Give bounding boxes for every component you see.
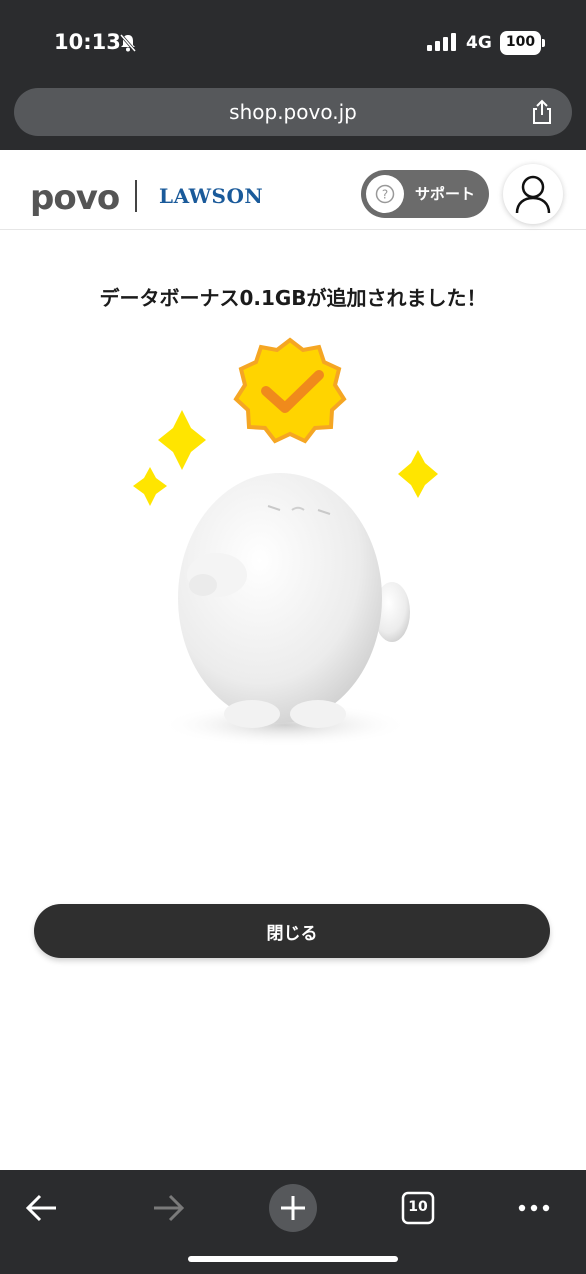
- url-text: shop.povo.jp: [229, 100, 357, 124]
- site-header: povo LAWSON ? サポート: [0, 150, 586, 230]
- svg-text:?: ?: [382, 188, 388, 202]
- close-button[interactable]: 閉じる: [34, 904, 550, 958]
- logo-divider: [135, 180, 137, 212]
- forward-arrow-icon[interactable]: [142, 1182, 194, 1234]
- more-icon[interactable]: [508, 1182, 560, 1234]
- support-label: サポート: [415, 185, 476, 203]
- network-type: 4G: [466, 33, 492, 53]
- check-badge-icon: [233, 337, 347, 444]
- povo-logo[interactable]: povo: [30, 178, 120, 218]
- bonus-message: データボーナス0.1GBが追加されました！: [99, 286, 487, 310]
- lawson-logo: LAWSON: [159, 184, 264, 208]
- user-icon: [515, 175, 551, 214]
- sparkle-icon: [158, 410, 206, 470]
- address-bar[interactable]: shop.povo.jp: [14, 88, 572, 136]
- help-icon: ?: [375, 184, 395, 204]
- home-indicator: [188, 1256, 398, 1262]
- back-arrow-icon[interactable]: [16, 1182, 68, 1234]
- browser-top-bar: 10:13 4G 100 shop.povo.jp: [0, 0, 586, 150]
- sparkle-icon: [133, 467, 167, 506]
- account-button[interactable]: [503, 164, 563, 224]
- battery-level: 100: [505, 34, 536, 50]
- tabs-button[interactable]: 10: [392, 1182, 444, 1234]
- battery-indicator: 100: [500, 31, 546, 55]
- signal-icon: [427, 33, 456, 51]
- new-tab-icon[interactable]: [267, 1182, 319, 1234]
- status-time: 10:13: [54, 30, 121, 54]
- sparkle-icon: [398, 450, 438, 498]
- tab-count: 10: [408, 1199, 428, 1215]
- bell-muted-icon: [119, 34, 137, 52]
- mascot-illustration: [133, 337, 438, 747]
- support-toggle[interactable]: ? サポート: [361, 170, 489, 218]
- support-knob: ?: [366, 175, 404, 213]
- share-icon[interactable]: [528, 98, 556, 126]
